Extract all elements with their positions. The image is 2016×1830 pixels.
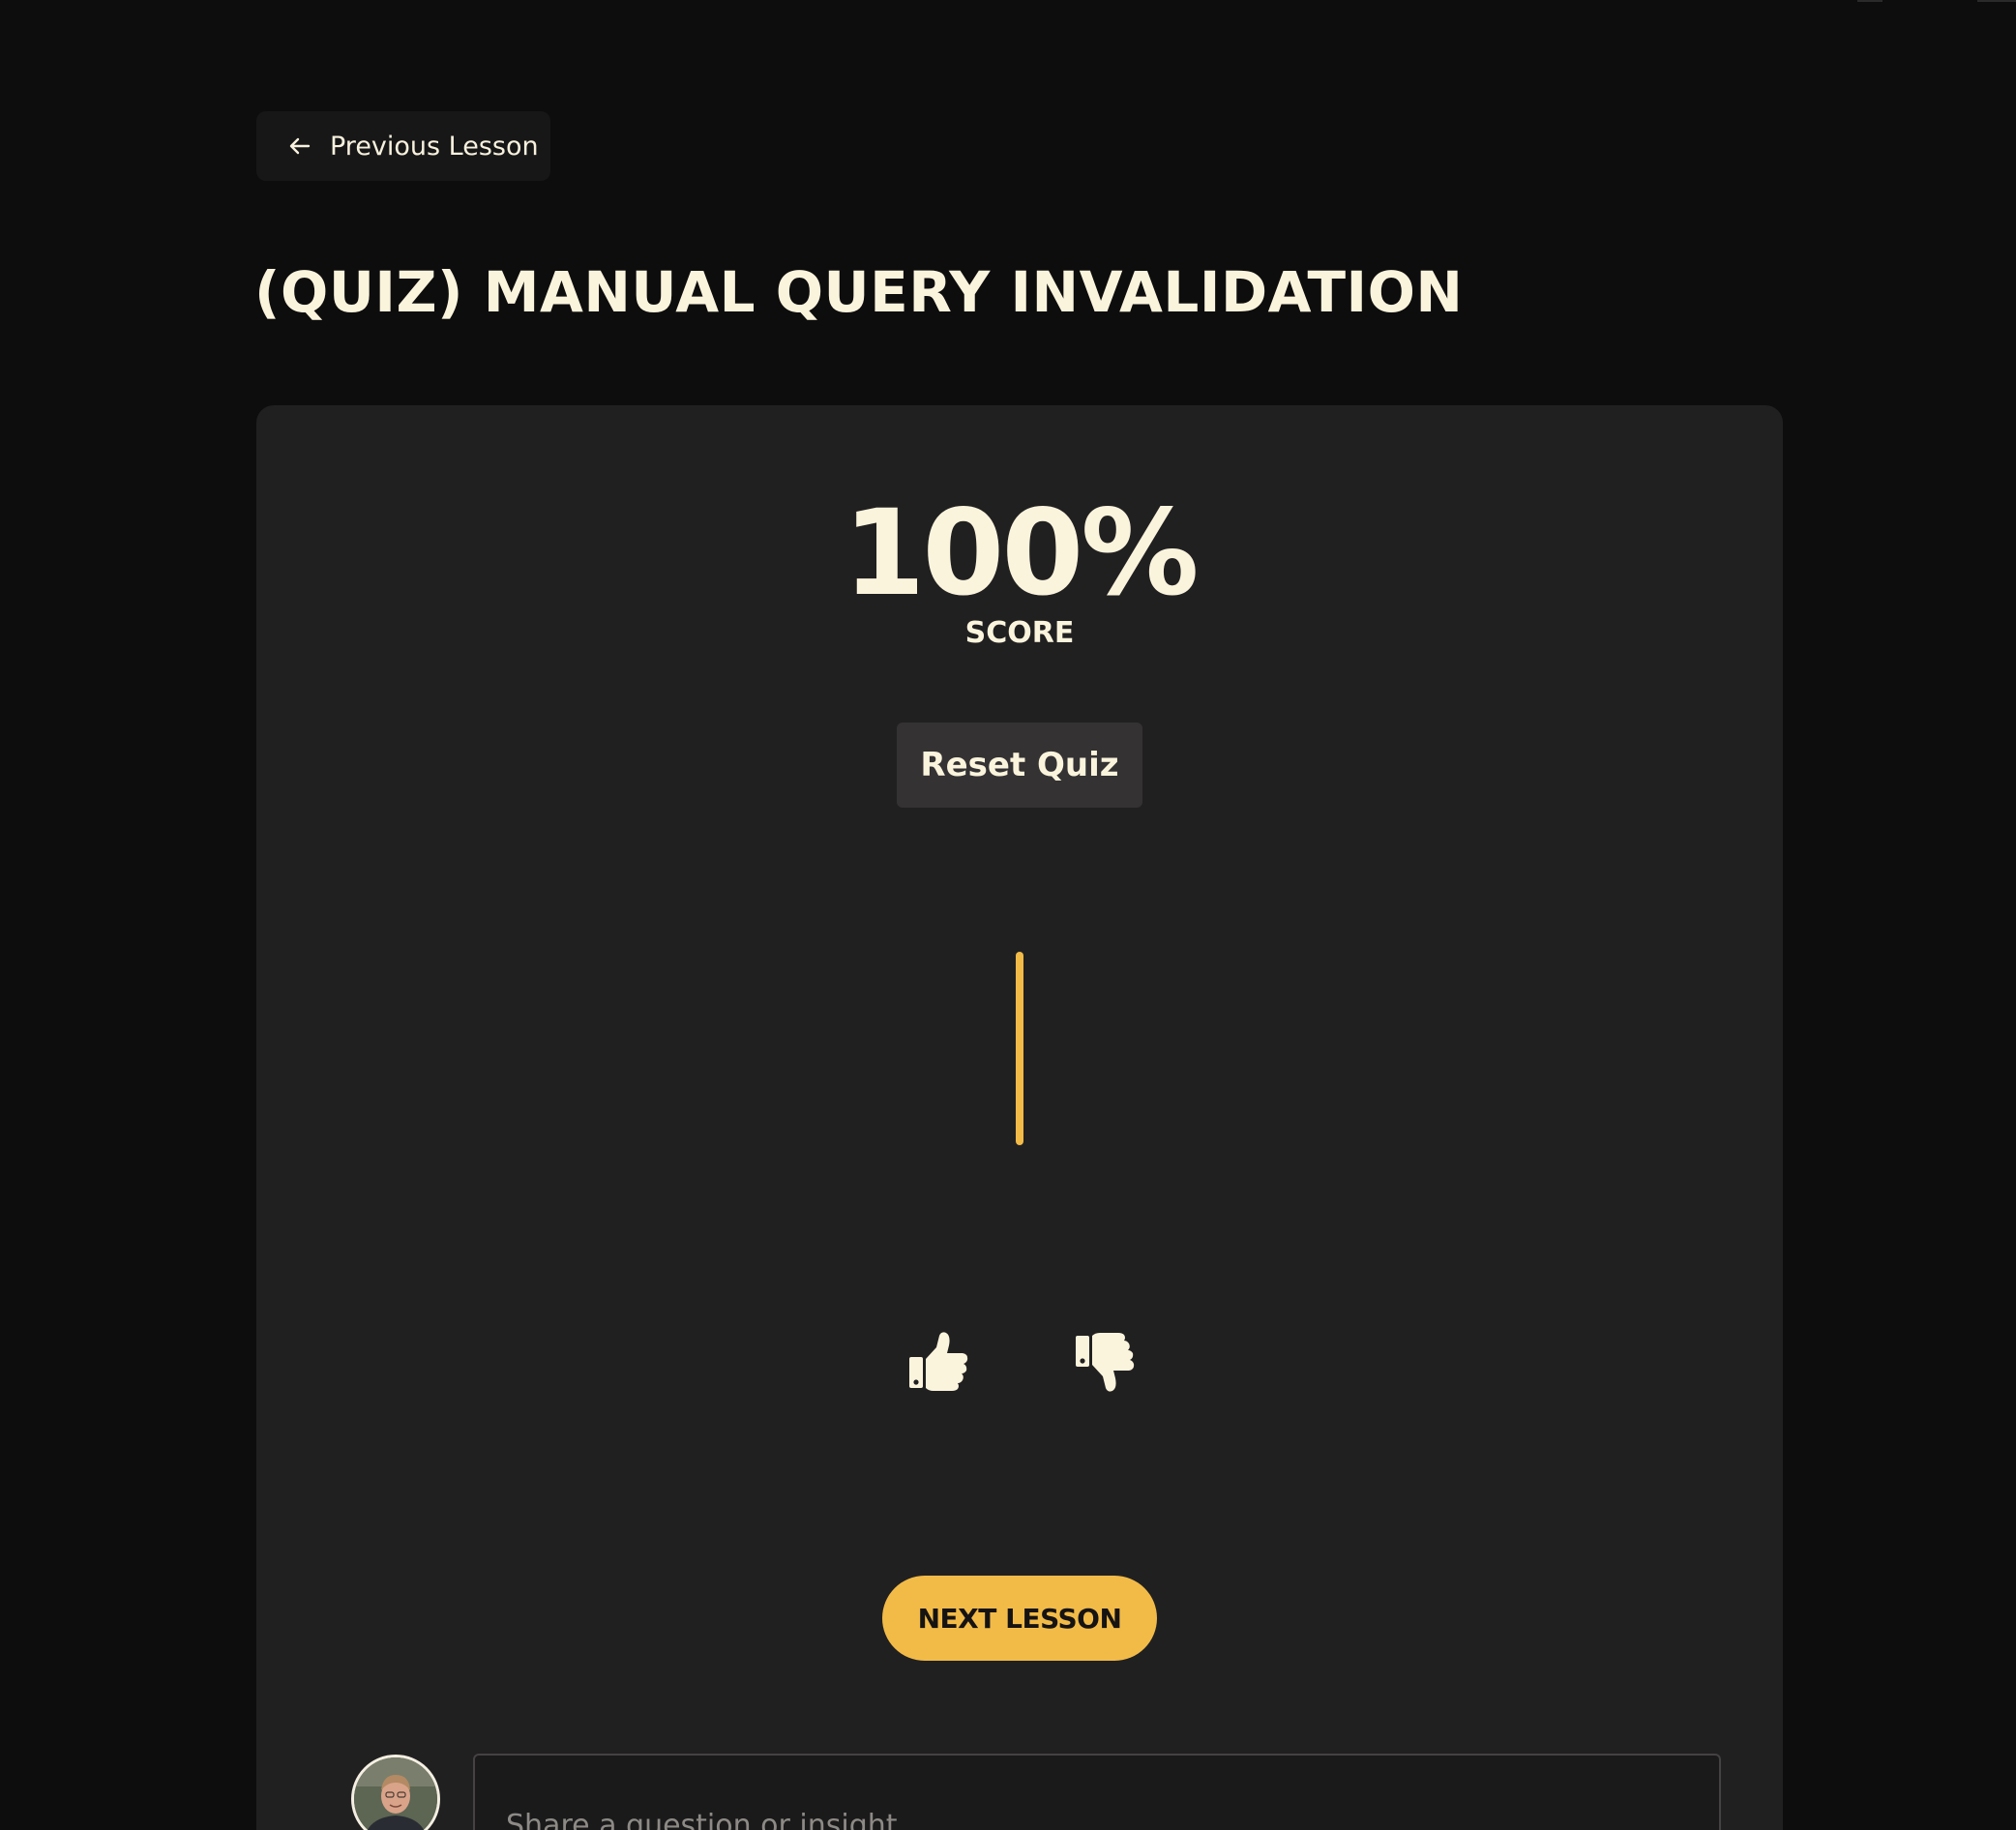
score-label: SCORE	[964, 616, 1075, 650]
previous-lesson-label: Previous Lesson	[330, 131, 539, 162]
arrow-left-icon	[285, 132, 314, 161]
window-edge-mark	[1977, 0, 2016, 2]
user-avatar	[351, 1755, 440, 1830]
reset-quiz-button[interactable]: Reset Quiz	[897, 723, 1142, 808]
window-edge-mark	[1857, 0, 1883, 2]
page-title: (QUIZ) MANUAL QUERY INVALIDATION	[254, 259, 1464, 325]
comment-input[interactable]	[473, 1754, 1721, 1830]
lesson-page: Previous Lesson (QUIZ) MANUAL QUERY INVA…	[0, 0, 2016, 1830]
thumbs-up-icon[interactable]	[904, 1328, 972, 1396]
quiz-card: 100% SCORE Reset Quiz NEXT LESSON	[256, 405, 1783, 1830]
thumbs-down-icon[interactable]	[1071, 1328, 1139, 1396]
progress-indicator	[1016, 952, 1023, 1145]
next-lesson-button[interactable]: NEXT LESSON	[882, 1576, 1157, 1661]
previous-lesson-button[interactable]: Previous Lesson	[256, 111, 550, 181]
score-value: 100%	[843, 485, 1200, 622]
